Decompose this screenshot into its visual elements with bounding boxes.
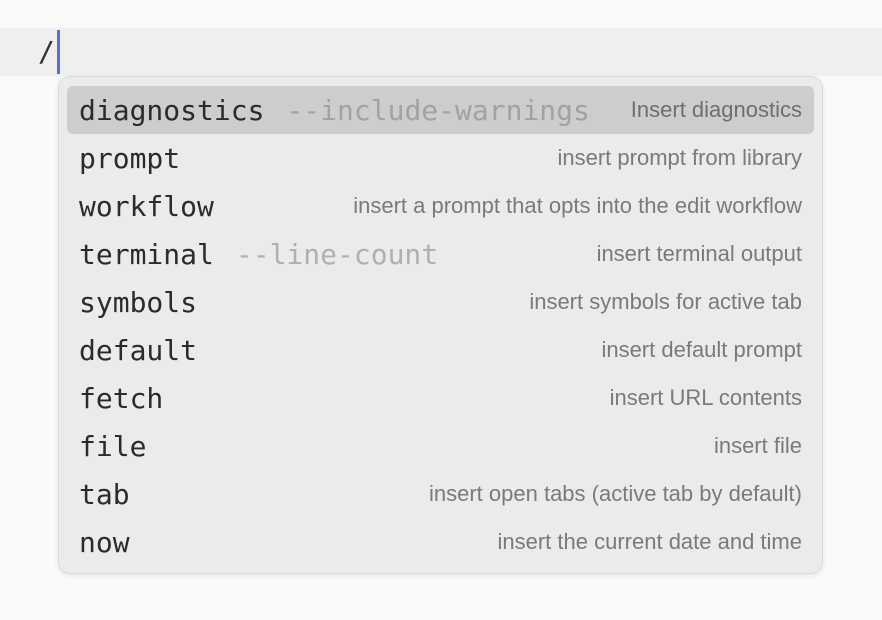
completion-description: insert open tabs (active tab by default) [429,481,802,506]
completion-description: Insert diagnostics [630,97,802,122]
completion-command: default [79,333,198,367]
completion-description: insert symbols for active tab [529,289,802,314]
completion-item-diagnostics[interactable]: diagnostics --include-warnings Insert di… [67,86,814,134]
completion-command: terminal [79,237,214,271]
completion-description: insert URL contents [609,385,802,410]
completion-description: insert a prompt that opts into the edit … [353,193,802,218]
completion-item-tab[interactable]: tab insert open tabs (active tab by defa… [67,470,814,518]
completion-args: --include-warnings [286,93,590,127]
completion-description: insert file [713,433,802,458]
slash-command-completion-menu: diagnostics --include-warnings Insert di… [58,76,823,574]
completion-command: fetch [79,381,164,415]
completion-item-fetch[interactable]: fetch insert URL contents [67,374,814,422]
completion-item-symbols[interactable]: symbols insert symbols for active tab [67,278,814,326]
completion-description: insert terminal output [596,241,802,266]
completion-command: workflow [79,189,214,223]
completion-args: --line-count [235,237,439,271]
completion-item-prompt[interactable]: prompt insert prompt from library [67,134,814,182]
completion-command: now [79,525,130,559]
completion-description: insert prompt from library [557,145,802,170]
completion-command: diagnostics [79,93,265,127]
text-cursor [57,30,60,74]
editor-input-text: / [38,35,55,68]
completion-command: prompt [79,141,181,175]
completion-description: insert the current date and time [497,529,803,554]
completion-item-default[interactable]: default insert default prompt [67,326,814,374]
editor-current-line[interactable]: / [0,28,882,76]
completion-command: file [79,429,147,463]
completion-item-now[interactable]: now insert the current date and time [67,518,814,566]
completion-command: tab [79,477,130,511]
completion-description: insert default prompt [601,337,802,362]
completion-item-terminal[interactable]: terminal --line-count insert terminal ou… [67,230,814,278]
completion-item-file[interactable]: file insert file [67,422,814,470]
completion-item-workflow[interactable]: workflow insert a prompt that opts into … [67,182,814,230]
completion-command: symbols [79,285,198,319]
